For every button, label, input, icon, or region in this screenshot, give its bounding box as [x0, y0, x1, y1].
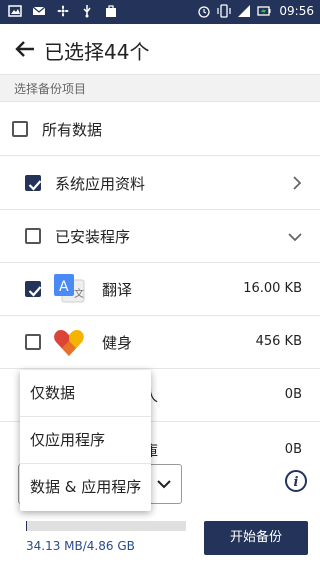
info-icon[interactable]: i	[284, 469, 308, 493]
vibrate-icon	[217, 4, 232, 18]
image-icon	[8, 5, 22, 17]
alarm-icon	[198, 6, 211, 18]
app-size: 16.00 KB	[243, 281, 302, 296]
battery-charging-icon	[257, 6, 271, 16]
status-bar: 09:56	[0, 0, 320, 24]
back-arrow-icon[interactable]	[12, 36, 38, 62]
chevron-down-icon[interactable]	[155, 476, 173, 492]
section-label: 选择备份项目	[0, 74, 320, 102]
row-app-translate[interactable]: 文 A 翻译 16.00 KB	[0, 263, 320, 316]
chevron-right-icon[interactable]	[290, 174, 304, 192]
app-size: 456 KB	[255, 334, 302, 349]
app-size: 0B	[284, 387, 302, 402]
mail-icon	[32, 6, 46, 15]
storage-text: 34.13 MB/4.86 GB	[26, 539, 135, 553]
usb-icon	[83, 5, 91, 18]
option-apps-only[interactable]: 仅应用程序	[20, 417, 151, 464]
storage-progress-fill	[26, 521, 27, 531]
checkbox-system-app-data[interactable]	[25, 175, 42, 191]
storage-progress-bar	[26, 521, 186, 531]
svg-text:A: A	[59, 279, 69, 295]
svg-text:文: 文	[74, 287, 84, 300]
row-label: 健身	[102, 334, 133, 352]
option-data-only[interactable]: 仅数据	[20, 370, 151, 417]
row-label: 已安装程序	[55, 228, 131, 246]
row-label: 所有数据	[42, 121, 103, 139]
row-all-data[interactable]: 所有数据	[0, 103, 320, 156]
row-label: 翻译	[102, 281, 133, 299]
fitness-heart-icon	[54, 330, 84, 356]
fan-icon	[57, 5, 69, 17]
checkbox-fitness[interactable]	[25, 334, 41, 350]
bag-icon	[106, 5, 116, 17]
row-label: 系统应用资料	[55, 175, 146, 193]
row-installed-apps[interactable]: 已安装程序	[0, 210, 320, 263]
clock: 09:56	[279, 4, 314, 18]
checkbox-translate[interactable]	[25, 281, 42, 297]
backup-type-dropdown: 仅数据 仅应用程序 数据 & 应用程序	[20, 370, 151, 511]
chevron-down-icon[interactable]	[286, 230, 304, 244]
row-app-fitness[interactable]: 健身 456 KB	[0, 316, 320, 369]
option-data-and-apps[interactable]: 数据 & 应用程序	[20, 464, 151, 511]
row-system-app-data[interactable]: 系统应用资料	[0, 157, 320, 210]
signal-icon	[238, 5, 251, 17]
svg-text:i: i	[294, 475, 299, 490]
start-backup-button[interactable]: 开始备份	[204, 521, 308, 555]
checkbox-installed-apps[interactable]	[25, 228, 41, 244]
app-header: 已选择44个	[0, 24, 320, 74]
app-size: 0B	[284, 442, 302, 457]
checkbox-all-data[interactable]	[12, 121, 28, 137]
page-title: 已选择44个	[44, 40, 150, 64]
translate-app-icon: 文 A	[54, 274, 85, 303]
